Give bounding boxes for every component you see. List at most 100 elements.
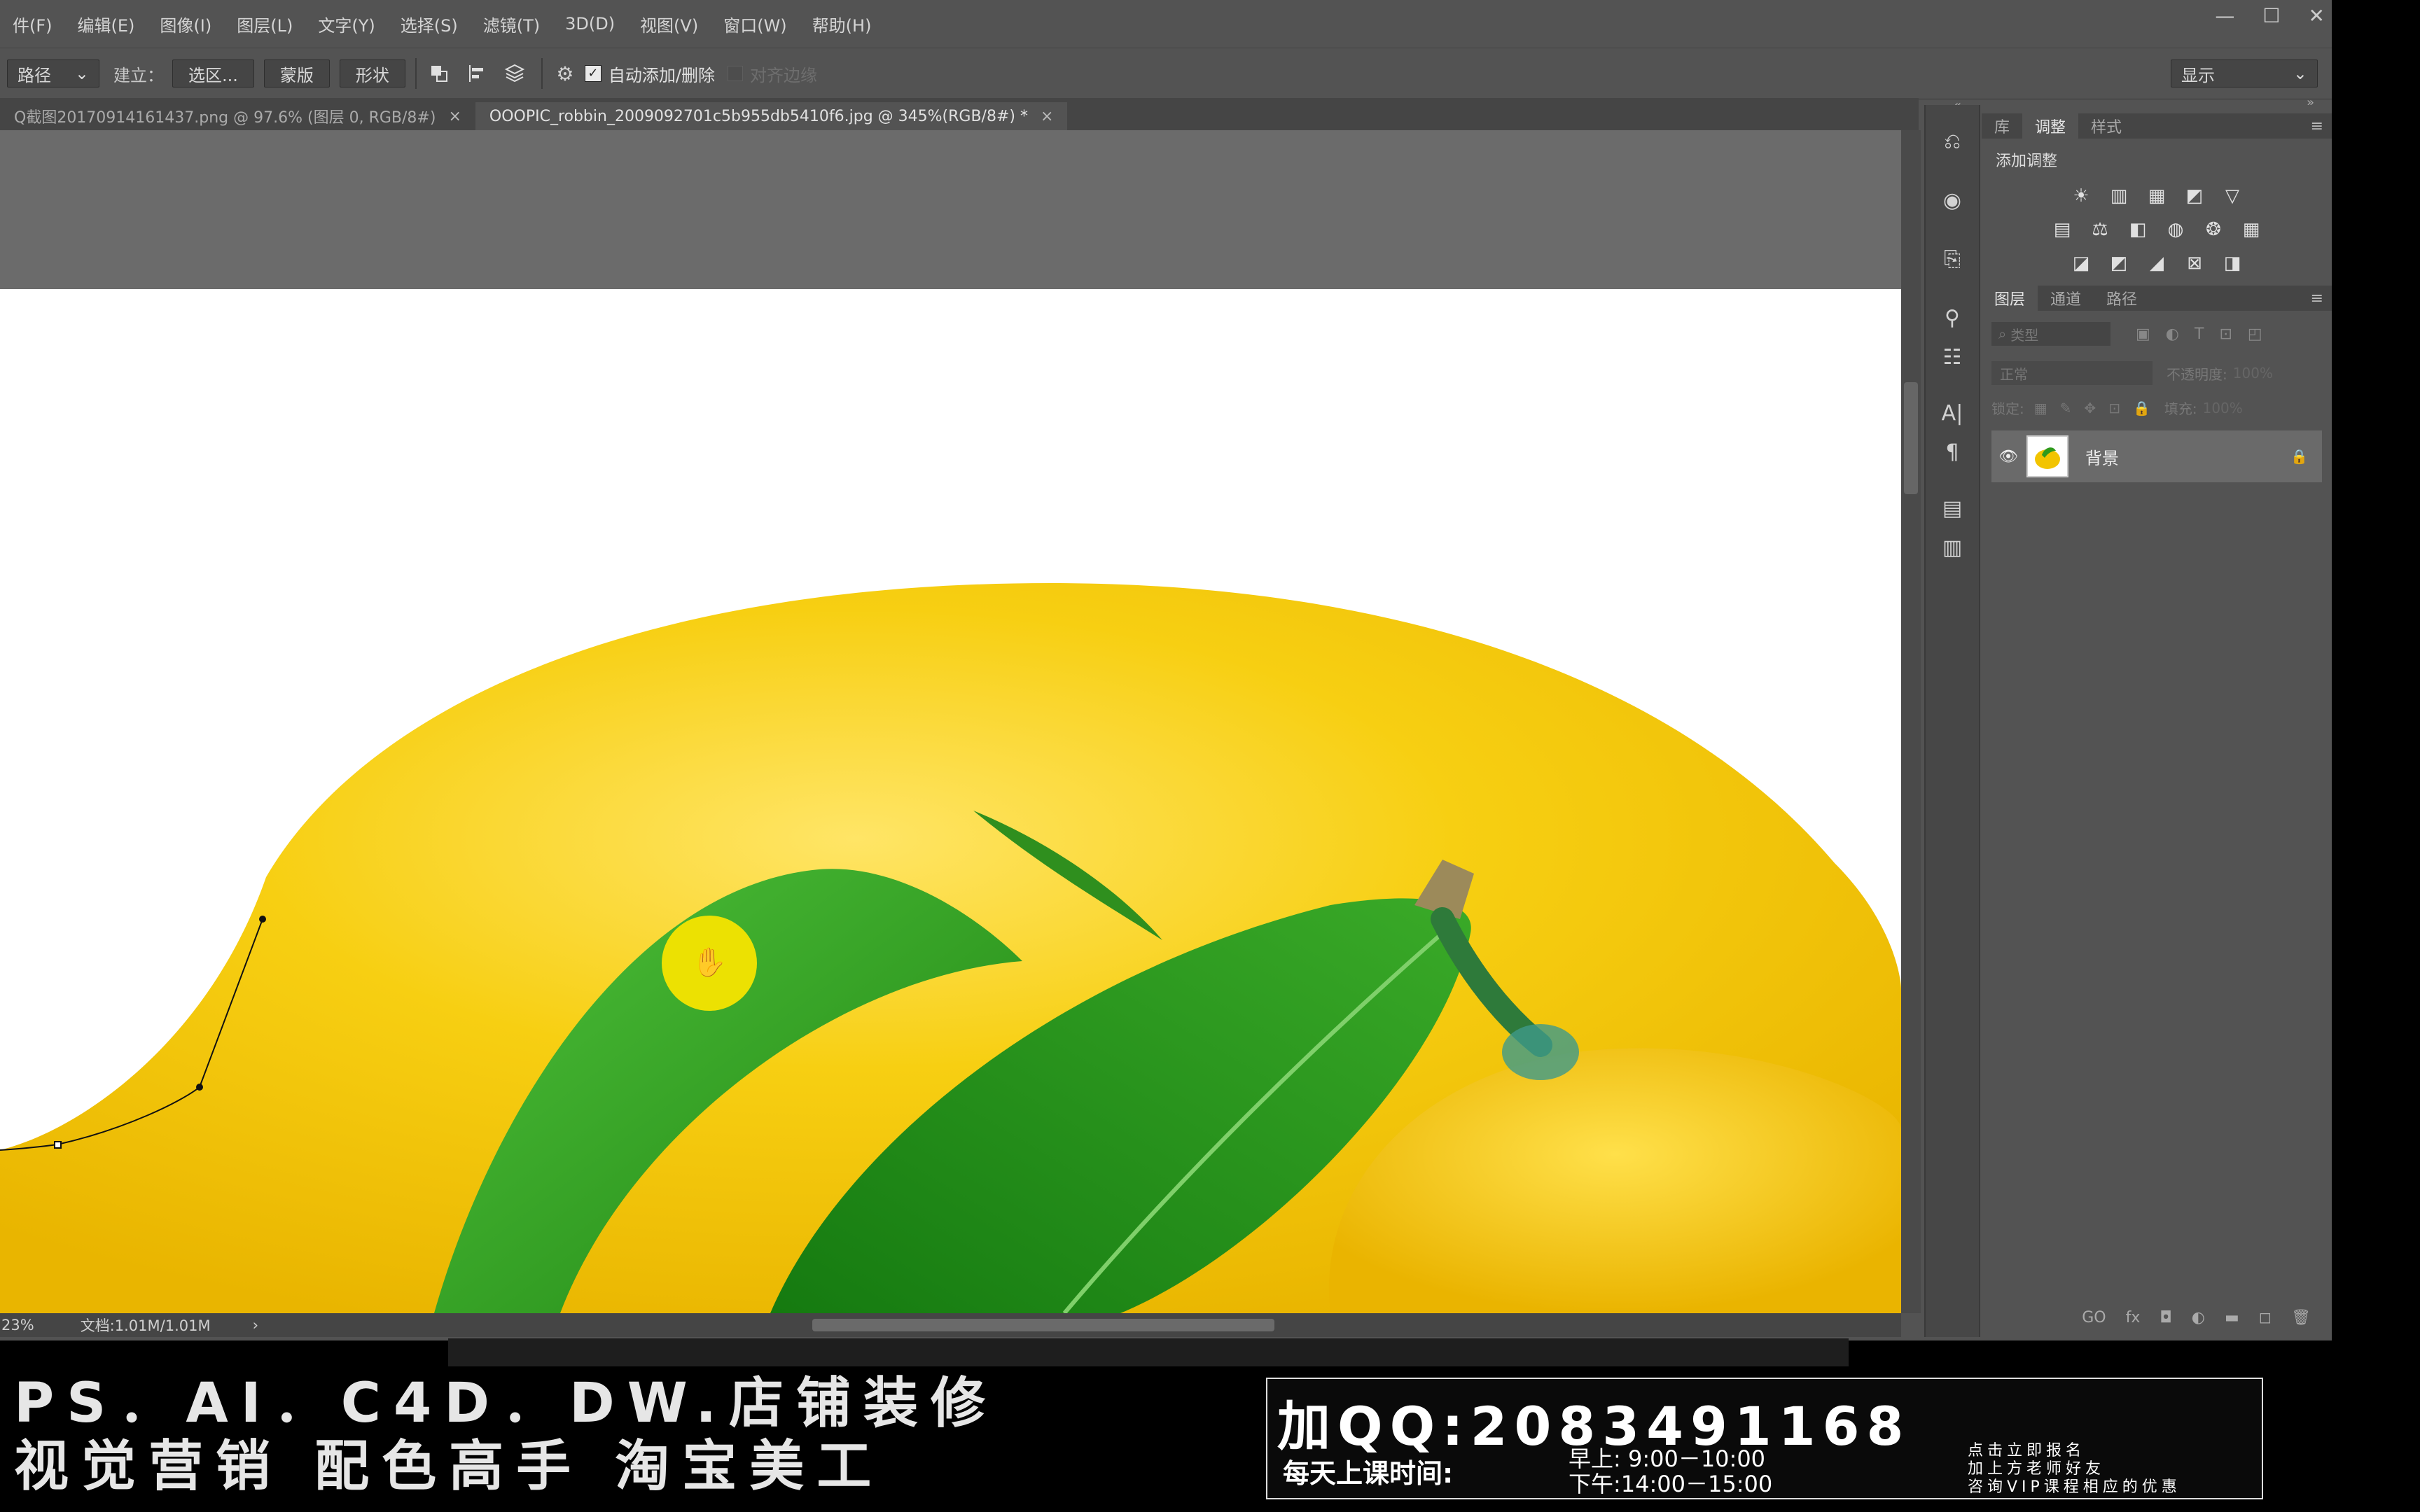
mask-button[interactable]: 蒙版 [263,59,330,88]
banner-line2: 视觉营销 配色高手 淘宝美工 [14,1435,884,1498]
tab-channels[interactable]: 通道 [2038,286,2094,311]
channel-mixer-icon[interactable]: ❂ [2201,217,2226,242]
close-icon[interactable]: × [1041,108,1053,125]
vertical-scrollbar[interactable] [1901,130,1921,1313]
layer-name[interactable]: 背景 [2085,444,2119,469]
link-layers-icon[interactable]: GO [2082,1309,2106,1326]
lock-brush-icon[interactable]: ✎ [2060,400,2072,416]
notes-icon[interactable]: ▥ [1926,528,1979,567]
zoom-level[interactable]: 23% [1,1317,34,1334]
align-edges-checkbox[interactable] [727,66,743,81]
fill-value[interactable]: 100% [2203,400,2243,416]
minimize-button[interactable]: — [2215,4,2234,27]
shape-button[interactable]: 形状 [339,59,405,88]
menu-type[interactable]: 文字(Y) [305,12,387,36]
workspace-select[interactable]: 显示 ⌄ [2171,59,2318,88]
levels-icon[interactable]: ▥ [2106,183,2132,209]
close-button[interactable]: ✕ [2309,4,2325,27]
filter-type-icon[interactable]: T [2195,326,2204,343]
lock-all-icon[interactable]: 🔒 [2133,400,2150,416]
curves-icon[interactable]: ▦ [2144,183,2169,209]
path-mode-select[interactable]: 路径 ⌄ [7,59,99,88]
path-alignment-icon[interactable] [464,61,489,86]
selective-color-icon[interactable]: ⊠ [2182,251,2207,276]
clone-source-icon[interactable]: ⎘ [1926,239,1979,279]
menu-help[interactable]: 帮助(H) [800,12,884,36]
adjustment-layer-icon[interactable]: ◐ [2192,1309,2205,1326]
adjustment-row-3: ◪ ◩ ◢ ⊠ ◨ [1982,251,2332,276]
menu-image[interactable]: 图像(I) [147,12,224,36]
brush-icon[interactable]: ⚲ [1926,298,1979,337]
document-canvas[interactable]: ✋ [0,289,1901,1313]
tab-lemon[interactable]: OOOPIC_robbin_2009092701c5b955db5410f6.j… [475,102,1068,130]
menu-3d[interactable]: 3D(D) [552,14,627,34]
panel-menu-icon[interactable]: ≡ [2311,118,2323,135]
tab-layers[interactable]: 图层 [1982,286,2038,311]
history-icon[interactable]: ⎌ [1926,122,1979,161]
layer-comps-icon[interactable]: ▤ [1926,489,1979,528]
filter-pixel-icon[interactable]: ▣ [2136,326,2150,343]
photo-filter-icon[interactable]: ◍ [2163,217,2188,242]
opacity-value[interactable]: 100% [2233,365,2273,382]
status-menu-arrow[interactable]: › [253,1317,258,1334]
lock-position-icon[interactable]: ✥ [2084,400,2096,416]
brightness-icon[interactable]: ☀ [2068,183,2094,209]
gradient-map-icon[interactable]: ◨ [2220,251,2245,276]
adjustment-row-1: ☀ ▥ ▦ ◩ ▽ [1982,183,2332,209]
tab-screenshot[interactable]: Q截图20170914161437.png @ 97.6% (图层 0, RGB… [0,102,475,130]
threshold-icon[interactable]: ◢ [2144,251,2169,276]
auto-add-delete-checkbox[interactable]: ✓ [584,65,601,82]
new-group-icon[interactable]: ▬ [2225,1309,2239,1326]
exposure-icon[interactable]: ◩ [2182,183,2207,209]
paragraph-icon[interactable]: ¶ [1926,433,1979,472]
color-panel-icon[interactable]: ◉ [1926,181,1979,220]
tab-adjustments[interactable]: 调整 [2022,113,2079,139]
gear-icon[interactable]: ⚙ [552,61,578,86]
blend-mode-select[interactable]: 正常 [1991,361,2153,385]
menu-file[interactable]: 件(F) [0,12,65,36]
invert-icon[interactable]: ◪ [2068,251,2094,276]
menu-layer[interactable]: 图层(L) [224,12,305,36]
panel-menu-icon[interactable]: ≡ [2311,290,2323,307]
new-layer-icon[interactable]: ◻ [2259,1309,2272,1326]
menu-bar: 件(F) 编辑(E) 图像(I) 图层(L) 文字(Y) 选择(S) 滤镜(T)… [0,0,2332,48]
filter-smart-icon[interactable]: ◰ [2248,326,2262,343]
properties-icon[interactable]: ☷ [1926,337,1979,377]
vibrance-icon[interactable]: ▽ [2220,183,2245,209]
lock-artboard-icon[interactable]: ⊡ [2108,400,2120,416]
character-icon[interactable]: A| [1926,393,1979,433]
maximize-button[interactable]: ☐ [2262,4,2280,27]
eye-icon[interactable]: 👁 [1998,448,2018,465]
posterize-icon[interactable]: ◩ [2106,251,2132,276]
path-arrangement-icon[interactable] [502,61,527,86]
scroll-thumb[interactable] [1904,382,1918,494]
color-balance-icon[interactable]: ⚖ [2087,217,2113,242]
menu-filter[interactable]: 滤镜(T) [471,12,552,36]
hue-saturation-icon[interactable]: ▤ [2050,217,2075,242]
tab-libraries[interactable]: 库 [1982,113,2022,139]
menu-select[interactable]: 选择(S) [388,12,471,36]
horizontal-scroll-thumb[interactable] [812,1319,1274,1331]
layer-row-background[interactable]: 👁 背景 🔒 [1991,430,2322,482]
filter-adjustment-icon[interactable]: ◐ [2166,326,2179,343]
selection-button[interactable]: 选区... [172,59,254,88]
fx-icon[interactable]: fx [2126,1309,2141,1326]
black-white-icon[interactable]: ◧ [2125,217,2150,242]
tab-styles[interactable]: 样式 [2078,113,2134,139]
canvas-area[interactable]: ✋ [0,130,1901,1313]
lock-transparent-icon[interactable]: ▦ [2034,400,2047,416]
menu-window[interactable]: 窗口(W) [711,12,799,36]
tab-paths[interactable]: 路径 [2094,286,2150,311]
layers-panel-tabs: 图层 通道 路径 ≡ [1982,286,2332,311]
lock-icon: 🔒 [2290,448,2308,465]
path-operations-icon[interactable] [426,61,452,86]
layer-search-field[interactable]: ⌕ 类型 [1991,322,2110,346]
filter-shape-icon[interactable]: ⊡ [2219,326,2232,343]
menu-view[interactable]: 视图(V) [627,12,711,36]
close-icon[interactable]: × [448,108,461,125]
menu-edit[interactable]: 编辑(E) [65,12,148,36]
banner-qq-box: 加QQ:2083491168 每天上课时间: 早上: 9:00－10:00 下午… [1266,1378,2263,1499]
trash-icon[interactable]: 🗑 [2291,1309,2311,1326]
color-lookup-icon[interactable]: ▦ [2239,217,2264,242]
add-mask-icon[interactable]: ◘ [2160,1309,2171,1326]
